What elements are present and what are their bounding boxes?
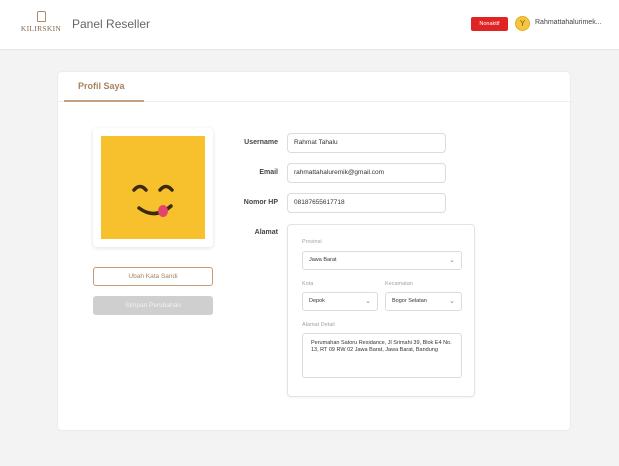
brand-logo[interactable]: KILIRSKIN xyxy=(20,11,62,41)
address-label: Alamat xyxy=(254,229,278,236)
emoji-face-icon xyxy=(101,136,205,239)
chevron-down-icon: ⌄ xyxy=(449,257,455,264)
save-changes-button[interactable]: Simpan Perubahan xyxy=(93,296,213,315)
username-field[interactable]: Rahmat Tahalu xyxy=(287,133,446,153)
username-label: Username xyxy=(244,139,278,146)
top-header: KILIRSKIN Panel Reseller Nonaktif Y Rahm… xyxy=(0,0,619,50)
phone-label: Nomor HP xyxy=(243,199,278,206)
tab-profile[interactable]: Profil Saya xyxy=(64,72,144,102)
panel-title: Panel Reseller xyxy=(72,17,151,31)
district-label: Kecamatan xyxy=(385,281,413,287)
province-value: Jawa Barat xyxy=(309,257,337,263)
email-field[interactable]: rahmattahaluremik@gmail.com xyxy=(287,163,446,183)
chevron-down-icon: ⌄ xyxy=(449,298,455,305)
user-avatar[interactable]: Y xyxy=(515,16,530,31)
status-badge: Nonaktif xyxy=(471,17,508,31)
user-name[interactable]: Rahmattahalurimek... xyxy=(535,19,602,26)
district-value: Bogor Selatan xyxy=(392,298,427,304)
address-detail-label: Alamat Detail xyxy=(302,322,335,328)
email-label: Email xyxy=(259,169,278,176)
change-password-button[interactable]: Ubah Kata Sandi xyxy=(93,267,213,286)
logo-text: KILIRSKIN xyxy=(20,24,62,33)
phone-field[interactable]: 08187655617718 xyxy=(287,193,446,213)
tab-bar: Profil Saya xyxy=(58,72,572,102)
chevron-down-icon: ⌄ xyxy=(365,298,371,305)
city-label: Kota xyxy=(302,281,314,287)
city-value: Depok xyxy=(309,298,325,304)
city-select[interactable]: Depok ⌄ xyxy=(302,292,378,311)
profile-photo-frame[interactable] xyxy=(93,128,213,247)
province-label: Provinsi xyxy=(302,239,322,245)
address-panel: Provinsi Jawa Barat ⌄ Kota Depok ⌄ Kecam… xyxy=(287,224,475,397)
address-detail-field[interactable]: Perumahan Satoru Residance, Jl Srimahi 3… xyxy=(302,333,462,378)
logo-mark-icon xyxy=(36,11,46,22)
profile-card: Profil Saya Ubah Kata Sandi Simpan Perub… xyxy=(57,71,572,431)
province-select[interactable]: Jawa Barat ⌄ xyxy=(302,251,462,270)
profile-photo xyxy=(101,136,205,239)
district-select[interactable]: Bogor Selatan ⌄ xyxy=(385,292,462,311)
